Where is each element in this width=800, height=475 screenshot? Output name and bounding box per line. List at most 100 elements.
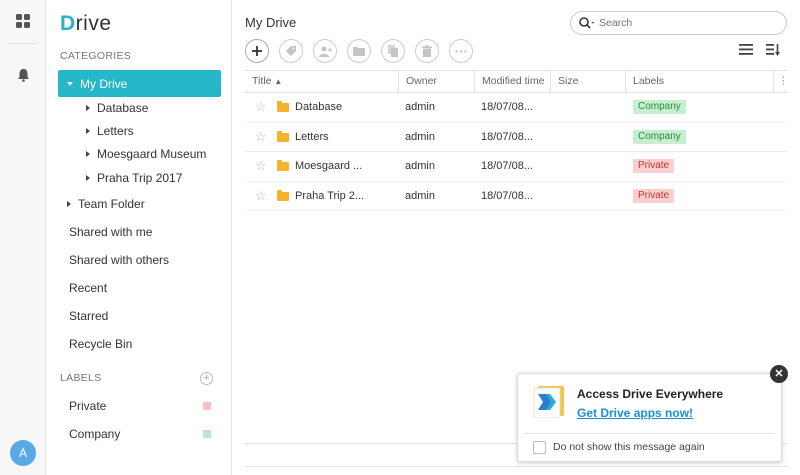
sidebar-item-label: Private [69, 398, 107, 413]
table-header: Title ▲ Owner Modified time Size Labels … [245, 70, 789, 93]
tag-icon [286, 46, 296, 56]
sidebar-item-label: Shared with me [69, 224, 153, 239]
sidebar-item-label: Recycle Bin [69, 336, 133, 351]
caret-right-icon [86, 105, 90, 111]
table-row[interactable]: ☆ Praha Trip 2... admin 18/07/08... Priv… [245, 182, 787, 211]
cell-owner: admin [405, 130, 435, 143]
sidebar-label-private[interactable]: Private [58, 392, 221, 419]
page-title: My Drive [245, 15, 297, 30]
sidebar-item-database[interactable]: Database [58, 96, 221, 120]
sidebar-item-moesgaard-museum[interactable]: Moesgaard Museum [58, 142, 221, 166]
app-logo: Drive [60, 12, 112, 35]
app-rail: A [0, 0, 46, 475]
folder-move-icon [353, 47, 365, 56]
trash-icon [422, 45, 432, 57]
cell-title: Letters [295, 130, 329, 143]
cell-modified: 18/07/08... [481, 160, 533, 172]
sidebar-item-label: My Drive [80, 76, 128, 91]
create-button[interactable] [245, 39, 269, 63]
star-icon[interactable]: ☆ [255, 129, 269, 144]
table-row[interactable]: ☆ Letters admin 18/07/08... Company [245, 123, 787, 152]
more-dots-icon [455, 49, 467, 53]
star-icon[interactable]: ☆ [255, 100, 269, 114]
search-box[interactable] [570, 11, 787, 35]
table-row[interactable]: ☆ Moesgaard ... admin 18/07/08... Privat… [245, 152, 787, 182]
add-label-icon[interactable]: + [200, 372, 213, 385]
column-header-owner[interactable]: Owner [399, 71, 475, 92]
popup-title: Access Drive Everywhere [577, 387, 724, 401]
label-badge: Company [633, 100, 686, 114]
star-icon[interactable]: ☆ [255, 188, 269, 203]
bell-icon[interactable] [11, 63, 35, 87]
sidebar-item-recent[interactable]: Recent [58, 274, 221, 301]
sidebar-item-label: Starred [69, 308, 109, 323]
sidebar-item-label: Letters [97, 124, 134, 138]
star-icon[interactable]: ☆ [255, 159, 269, 173]
sidebar-item-starred[interactable]: Starred [58, 302, 221, 329]
column-header-labels[interactable]: Labels [626, 71, 774, 92]
get-apps-link[interactable]: Get Drive apps now! [577, 406, 693, 420]
add-user-icon [318, 46, 332, 57]
more-button[interactable] [449, 39, 473, 63]
dont-show-label[interactable]: Do not show this message again [553, 441, 705, 453]
sort-icon[interactable] [766, 44, 780, 59]
folder-icon [277, 160, 289, 171]
search-icon [579, 17, 595, 29]
column-menu-icon[interactable]: ⋮ [774, 71, 789, 92]
list-view-icon[interactable] [739, 44, 753, 58]
label-badge: Private [633, 159, 675, 173]
label-color-swatch [203, 402, 211, 410]
dont-show-checkbox[interactable] [533, 441, 546, 454]
sidebar-item-praha-trip-2017[interactable]: Praha Trip 2017 [58, 166, 221, 190]
sidebar-item-my-drive[interactable]: My Drive [58, 70, 221, 97]
sidebar-item-recycle-bin[interactable]: Recycle Bin [58, 330, 221, 357]
label-badge: Company [633, 129, 686, 144]
label-badge: Private [633, 188, 675, 203]
copy-button[interactable] [381, 39, 405, 63]
caret-right-icon [86, 151, 90, 157]
table-row[interactable]: ☆ Database admin 18/07/08... Company [245, 93, 787, 123]
sidebar-item-shared-with-me[interactable]: Shared with me [58, 218, 221, 245]
folder-icon [277, 101, 289, 112]
column-header-size[interactable]: Size [551, 71, 626, 92]
search-input[interactable] [599, 17, 769, 29]
drive-app-icon [533, 386, 564, 418]
delete-button[interactable] [415, 39, 439, 63]
sidebar-item-label: Praha Trip 2017 [97, 171, 183, 185]
labels-heading: LABELS [60, 372, 102, 384]
sidebar-item-label: Database [97, 101, 149, 115]
cell-title: Praha Trip 2... [295, 189, 365, 202]
cell-modified: 18/07/08... [481, 130, 533, 143]
cell-title: Moesgaard ... [295, 160, 363, 172]
rail-divider [8, 43, 38, 44]
copy-icon [387, 45, 398, 57]
move-button[interactable] [347, 39, 371, 63]
avatar[interactable]: A [10, 440, 36, 466]
column-header-title[interactable]: Title ▲ [245, 71, 399, 92]
sidebar-label-company[interactable]: Company [58, 420, 221, 447]
sidebar-item-label: Team Folder [78, 196, 145, 211]
sidebar-item-label: Moesgaard Museum [97, 147, 207, 161]
column-header-modified[interactable]: Modified time [475, 71, 551, 92]
cell-modified: 18/07/08... [481, 101, 533, 113]
sidebar-item-letters[interactable]: Letters [58, 119, 221, 143]
caret-right-icon [86, 128, 90, 134]
folder-icon [277, 189, 289, 201]
sidebar: Drive CATEGORIES My Drive Database Lette… [46, 0, 232, 475]
file-table: Title ▲ Owner Modified time Size Labels … [245, 70, 789, 211]
sidebar-item-label: Shared with others [69, 252, 170, 267]
caret-down-icon [67, 81, 73, 86]
sidebar-item-team-folder[interactable]: Team Folder [58, 190, 221, 217]
close-icon[interactable]: ✕ [770, 365, 788, 383]
popup-divider [523, 433, 775, 434]
apps-grid-icon[interactable] [11, 9, 35, 33]
cell-owner: admin [405, 101, 435, 113]
caret-right-icon [67, 200, 71, 207]
sidebar-item-label: Recent [69, 280, 108, 295]
label-tag-button[interactable] [279, 39, 303, 63]
plus-icon [252, 46, 262, 56]
sidebar-item-shared-with-others[interactable]: Shared with others [58, 246, 221, 273]
download-apps-popup: Access Drive Everywhere Get Drive apps n… [517, 373, 782, 462]
label-color-swatch [203, 430, 211, 438]
share-button[interactable] [313, 39, 337, 63]
